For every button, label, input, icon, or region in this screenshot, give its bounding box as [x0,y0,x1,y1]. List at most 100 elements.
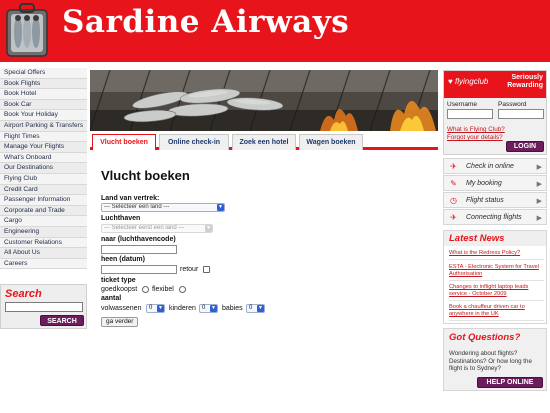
ticket-cheapest-radio[interactable] [142,286,149,293]
chevron-down-icon: ▼ [257,305,264,312]
latest-news-panel: Latest News What is the Redress Policy? … [443,230,547,324]
adults-value: 0 [149,305,153,311]
adults-label: volwassenen [101,305,142,312]
chevron-right-icon: ▶ [536,164,542,171]
flying-club-login: ♥ flyingclub Seriously Rewarding Usernam… [443,70,547,155]
service-label: Flight status [466,197,504,204]
ticket-flexible-label: flexibel [152,286,174,293]
service-my-booking[interactable]: ✎ My booking ▶ [443,175,547,191]
got-questions-panel: Got Questions? Wondering about flights? … [443,328,547,391]
forgot-details-link[interactable]: Forgot your details? [447,134,503,141]
children-label: kinderen [169,305,196,312]
chevron-right-icon: ▶ [536,198,542,205]
flying-club-logo[interactable]: ♥ flyingclub [448,77,488,86]
search-panel: Search SEARCH [0,284,87,329]
service-connecting-flights[interactable]: ✈ Connecting flights ▶ [443,209,547,225]
questions-title: Got Questions? [449,332,521,343]
ticket-cheapest-label: goedkoopst [101,286,138,293]
heart-icon: ♥ [448,77,453,86]
ticket-type-label: ticket type [101,277,136,284]
clock-icon: ◷ [450,196,457,205]
service-check-in-online[interactable]: ✈ Check in online ▶ [443,158,547,174]
airport-label: Luchthaven [101,215,141,222]
nav-item-about-us[interactable]: All About Us [0,248,87,259]
children-select[interactable]: 0 ▼ [199,304,218,313]
news-item[interactable]: What is the Redress Policy? [449,250,544,260]
what-is-flying-club-link[interactable]: What is Flying Club? [447,126,505,133]
nav-item-book-car[interactable]: Book Car [0,99,87,111]
username-label: Username [447,101,477,108]
airport-value: --- Selecteer eerst een land --- [104,225,185,231]
nav-item-engineering[interactable]: Engineering [0,226,87,238]
questions-text: Wondering about flights? Destinations? O… [449,350,532,372]
username-input[interactable] [447,109,493,119]
airport-select[interactable]: --- Selecteer eerst een land --- ▼ [101,224,213,233]
booking-tabs: Vlucht boeken Online check-in Zoek een h… [90,131,438,150]
nav-item-book-holiday[interactable]: Book Your Holiday [0,110,87,121]
search-title: Search [5,288,42,300]
passenger-count-label: aantal [101,295,122,302]
nav-item-flight-times[interactable]: Flight Times [0,131,87,143]
booking-form: Vlucht boeken Land van vertrek: --- Sele… [90,150,438,410]
news-item[interactable]: Book a chauffeur driven car to anywhere … [449,304,544,321]
nav-item-corporate-trade[interactable]: Corporate and Trade [0,205,87,217]
nav-item-manage-flights[interactable]: Manage Your Flights [0,142,87,153]
nav-item-careers[interactable]: Careers [0,258,87,270]
chevron-down-icon: ▼ [157,305,164,312]
nav-item-whats-onboard[interactable]: What's Onboard [0,152,87,164]
continue-button[interactable]: ga verder [101,317,139,327]
help-online-button[interactable]: HELP ONLINE [477,377,543,388]
chevron-down-icon: ▼ [210,305,217,312]
nav-item-flying-club[interactable]: Flying Club [0,173,87,185]
service-label: Check in online [466,163,514,170]
ticket-flexible-radio[interactable] [179,286,186,293]
departure-country-label: Land van vertrek: [101,195,160,202]
nav-item-special-offers[interactable]: Special Offers [0,68,87,79]
destination-label: naar (luchthavencode) [101,236,176,243]
departure-country-select[interactable]: --- Selecteer een land --- ▼ [101,203,225,212]
chevron-right-icon: ▶ [536,215,542,222]
password-input[interactable] [498,109,544,119]
news-title: Latest News [444,231,546,246]
nav-item-destinations[interactable]: Our Destinations [0,163,87,174]
return-checkbox[interactable] [203,266,210,273]
tab-wagen-boeken[interactable]: Wagen boeken [299,134,363,150]
outbound-date-input[interactable] [101,265,177,274]
quick-services: ✈ Check in online ▶ ✎ My booking ▶ ◷ Fli… [443,158,547,226]
tab-zoek-een-hotel[interactable]: Zoek een hotel [232,134,296,150]
connecting-plane-icon: ✈ [450,213,457,222]
adults-select[interactable]: 0 ▼ [146,304,165,313]
sardine-can-icon[interactable] [4,2,50,60]
babies-value: 0 [249,305,253,311]
service-label: My booking [466,180,502,187]
nav-item-cargo[interactable]: Cargo [0,216,87,227]
babies-select[interactable]: 0 ▼ [246,304,265,313]
plane-icon: ✈ [450,162,457,171]
chevron-down-icon: ▼ [205,225,212,232]
service-label: Connecting flights [466,214,522,221]
outbound-date-label: heen (datum) [101,256,145,263]
nav-item-book-flights[interactable]: Book Flights [0,78,87,90]
tagline-line-2: Rewarding [507,82,543,89]
news-item[interactable]: Changes to inflight laptop leads service… [449,284,544,301]
nav-item-customer-relations[interactable]: Customer Relations [0,237,87,249]
search-input[interactable] [5,302,83,312]
children-value: 0 [202,305,206,311]
tab-online-check-in[interactable]: Online check-in [159,134,229,150]
destination-input[interactable] [101,245,177,254]
left-navigation: Special Offers Book Flights Book Hotel B… [0,68,87,270]
flying-club-brand: flyingclub [454,77,489,86]
nav-item-book-hotel[interactable]: Book Hotel [0,89,87,100]
login-button[interactable]: LOGIN [506,141,544,152]
nav-item-credit-card[interactable]: Credit Card [0,184,87,196]
tab-vlucht-boeken[interactable]: Vlucht boeken [92,134,156,150]
news-item[interactable]: ESTA - Electronic System for Travel Auth… [449,264,544,281]
nav-item-airport-parking[interactable]: Airport Parking & Transfers [0,120,87,132]
service-flight-status[interactable]: ◷ Flight status ▶ [443,192,547,208]
brand-title[interactable]: Sardine Airways [62,4,349,40]
nav-item-passenger-info[interactable]: Passenger Information [0,195,87,206]
page: Sardine Airways Special Offers Book Flig… [0,0,550,413]
search-button[interactable]: SEARCH [40,315,84,326]
tagline-line-1: Seriously [511,74,543,81]
booking-title: Vlucht boeken [101,168,190,183]
